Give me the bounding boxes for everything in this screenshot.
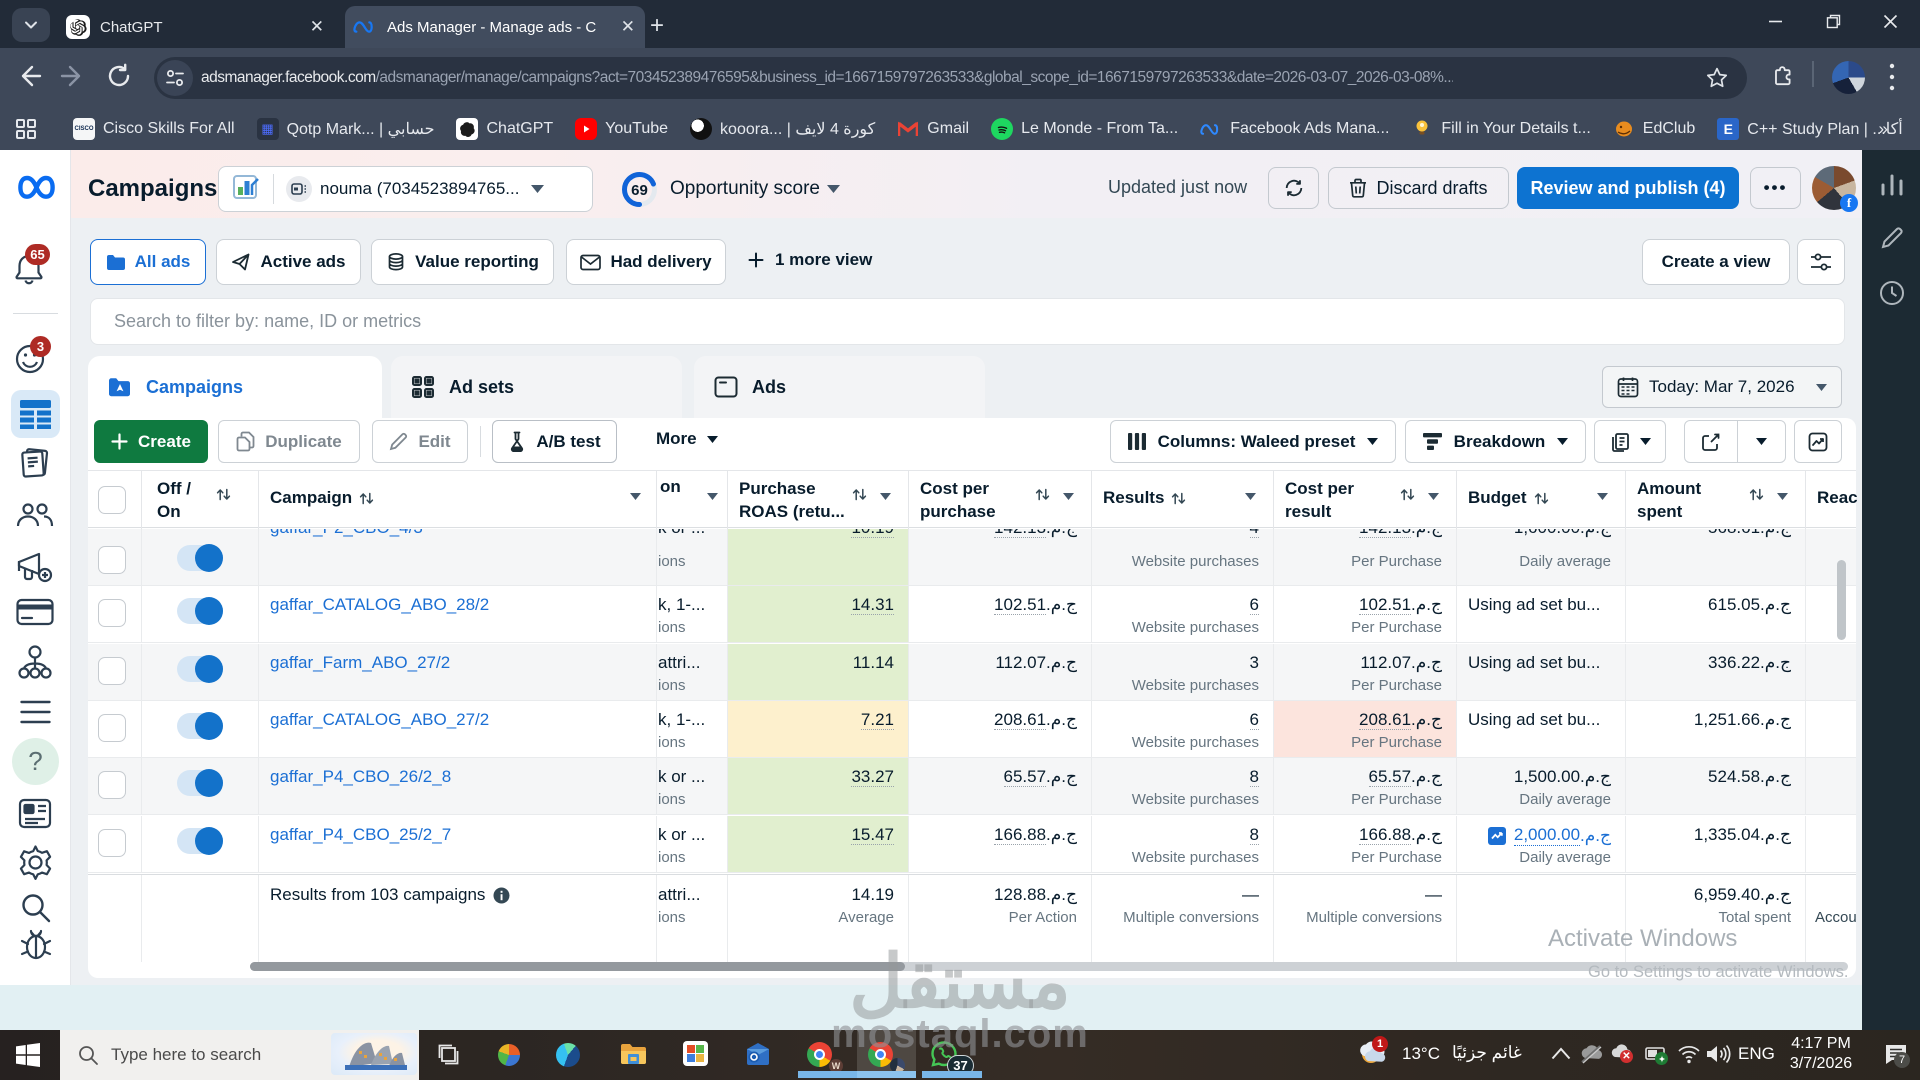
svg-text:69: 69 [631, 182, 648, 199]
